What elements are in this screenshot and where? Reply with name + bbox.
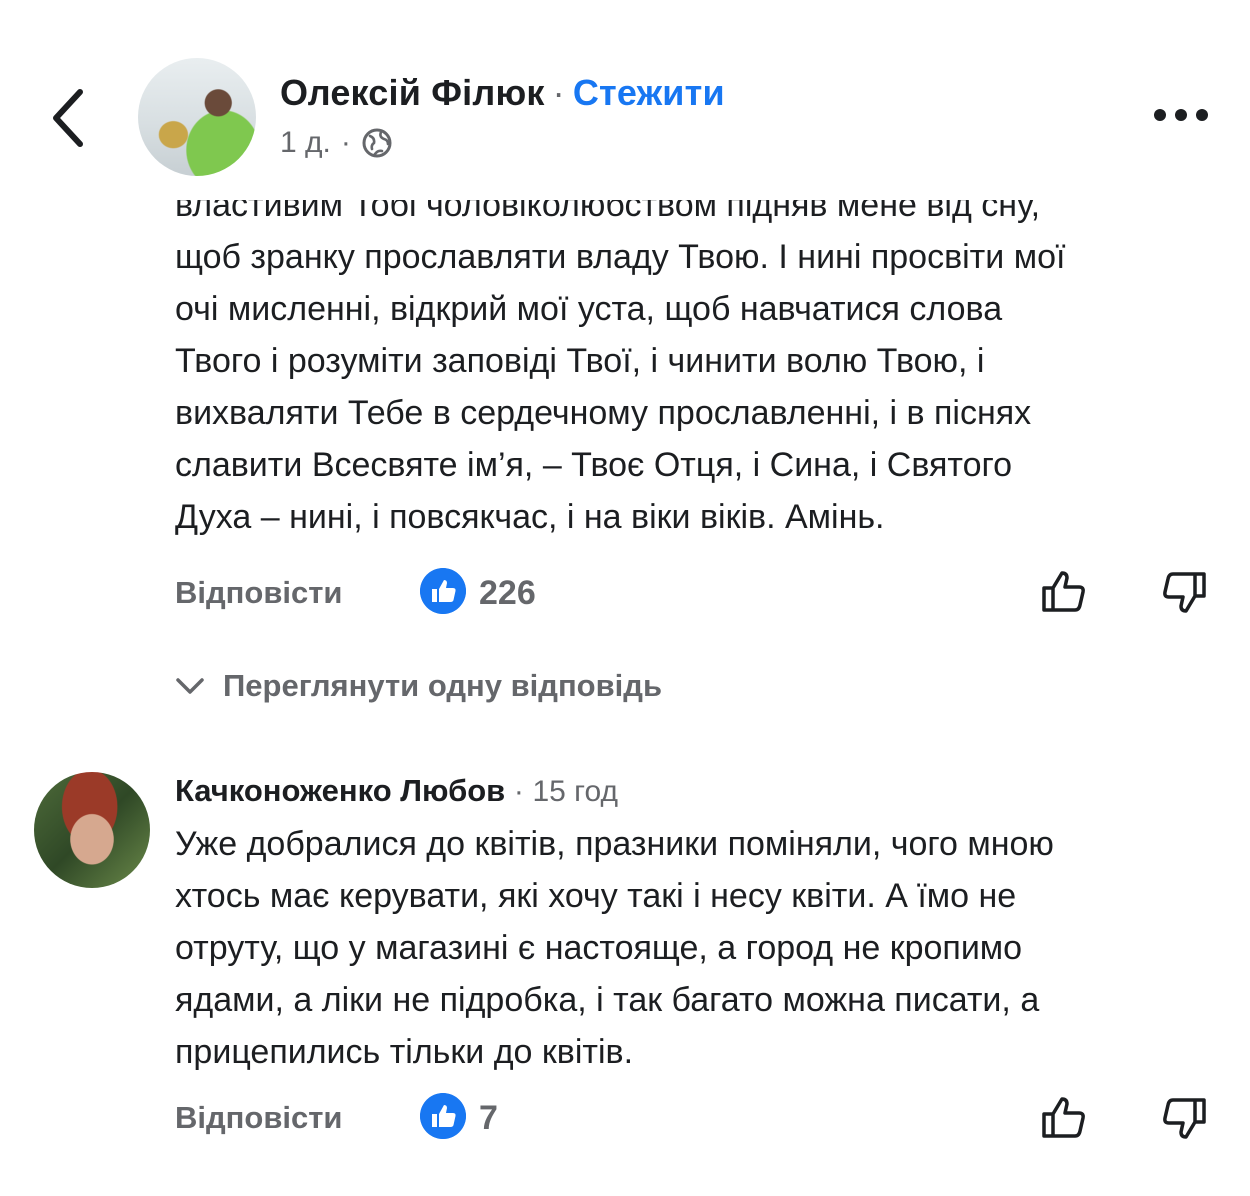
dislike-button-icon[interactable] [1158, 568, 1208, 618]
chevron-down-icon [176, 678, 204, 694]
view-replies-label: Переглянути одну відповідь [223, 668, 663, 703]
comment-body-container: властивим Тобі чоловіколюбством підняв м… [175, 200, 1235, 560]
meta-separator: · [340, 126, 351, 159]
reaction-count[interactable]: 226 [479, 574, 536, 613]
reply-button-2[interactable]: Відповісти [175, 1100, 343, 1136]
comment-header: Качконоженко Любов · 15 год [175, 773, 618, 809]
author-avatar[interactable] [138, 58, 256, 176]
post-author-line: Олексій Філюк · Стежити [280, 72, 725, 114]
dislike-button-icon-2[interactable] [1158, 1094, 1208, 1144]
comment-text-2: Уже добралися до квітів, празники поміня… [175, 825, 1054, 1071]
commenter-name[interactable]: Качконоженко Любов [175, 773, 505, 808]
comment-time[interactable]: 15 год [532, 775, 618, 808]
comment-separator: · [513, 775, 524, 808]
more-options-icon[interactable] [1152, 104, 1210, 126]
reply-button[interactable]: Відповісти [175, 575, 343, 611]
like-button-icon[interactable] [1040, 566, 1090, 616]
author-name[interactable]: Олексій Філюк [280, 72, 545, 113]
post-time[interactable]: 1 д. [280, 126, 331, 160]
comment-text: властивим Тобі чоловіколюбством підняв м… [175, 200, 1066, 536]
author-separator: · [552, 72, 565, 113]
post-meta: 1 д. · [280, 126, 393, 160]
follow-button[interactable]: Стежити [573, 72, 725, 113]
back-chevron-icon[interactable] [50, 88, 86, 148]
like-reaction-icon-2 [420, 1093, 466, 1139]
reaction-count-2[interactable]: 7 [479, 1099, 498, 1138]
like-reaction-icon [420, 568, 466, 614]
commenter-avatar[interactable] [34, 772, 150, 888]
globe-icon [362, 128, 392, 158]
like-button-icon-2[interactable] [1040, 1092, 1090, 1142]
view-replies-link[interactable]: Переглянути одну відповідь [175, 668, 662, 704]
